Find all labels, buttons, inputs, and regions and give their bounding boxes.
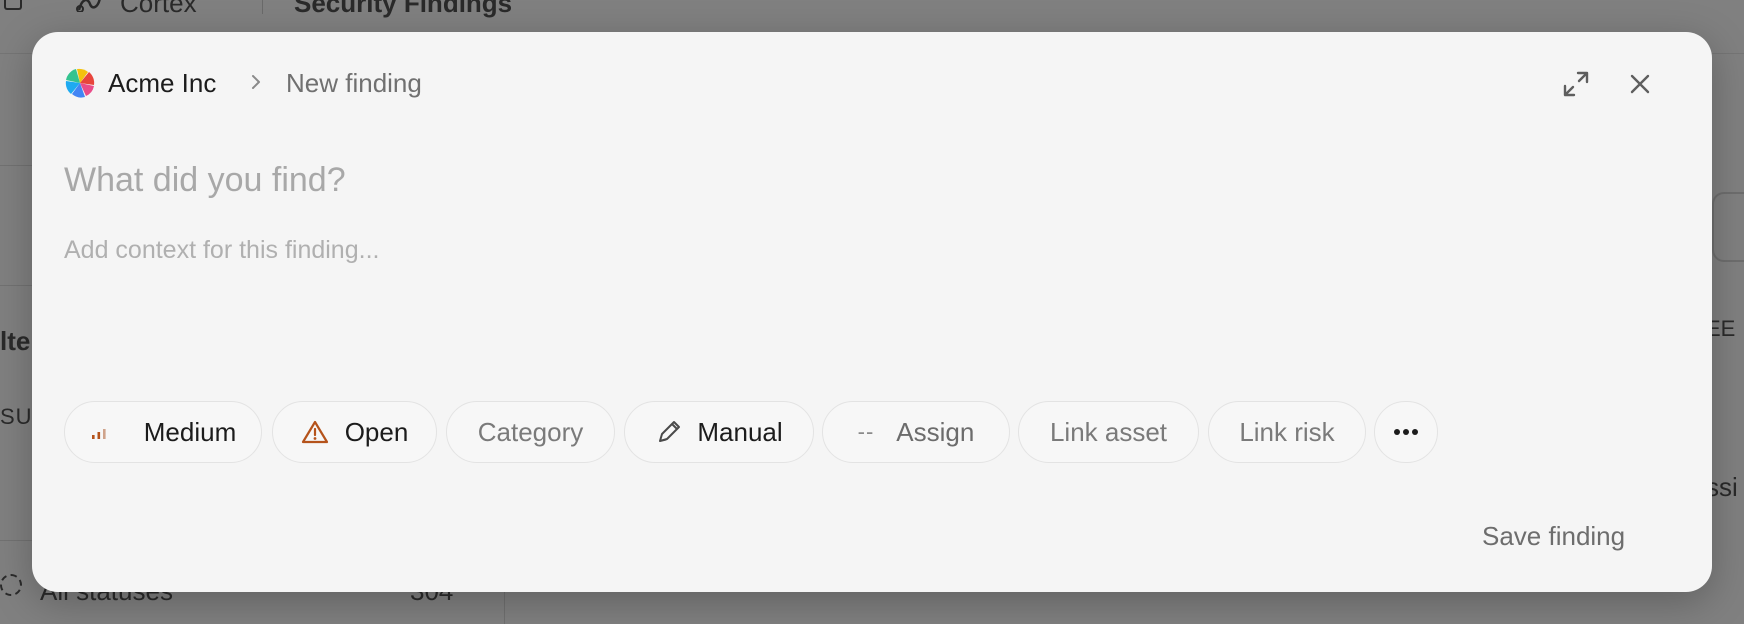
category-chip[interactable]: Category <box>446 401 615 463</box>
org-logo-icon <box>65 68 95 98</box>
signal-bars-icon <box>90 423 108 441</box>
status-chip[interactable]: Open <box>272 401 437 463</box>
chevron-right-icon <box>252 75 260 89</box>
breadcrumb-current-page: New finding <box>286 68 422 98</box>
status-label: Open <box>344 416 409 447</box>
all-statuses-icon <box>0 574 22 596</box>
more-options-button[interactable] <box>1374 401 1438 463</box>
background-button-fragment <box>1712 192 1744 262</box>
save-finding-button[interactable]: Save finding <box>1482 516 1625 556</box>
assign-chip[interactable]: -- Assign <box>822 401 1010 463</box>
new-finding-modal: Acme Inc New finding Medium <box>32 32 1712 592</box>
breadcrumb-org[interactable]: Acme Inc <box>108 68 216 99</box>
category-label: Category <box>477 416 584 447</box>
assign-label: Assign <box>896 416 975 447</box>
topbar-divider <box>262 0 263 14</box>
severity-chip[interactable]: Medium <box>64 401 262 463</box>
page-title: Security Findings <box>294 0 513 18</box>
source-label: Manual <box>697 416 783 447</box>
assignee-placeholder-dash: -- <box>857 419 875 444</box>
finding-title-input[interactable] <box>64 154 1664 206</box>
warning-triangle-icon <box>301 419 329 445</box>
more-horizontal-icon <box>1394 429 1418 435</box>
link-risk-label: Link risk <box>1239 416 1335 447</box>
link-asset-chip[interactable]: Link asset <box>1018 401 1199 463</box>
link-asset-label: Link asset <box>1049 416 1168 447</box>
expand-button[interactable] <box>1554 62 1598 106</box>
pencil-icon <box>655 418 683 446</box>
severity-label: Medium <box>143 416 237 447</box>
app-name: Cortex <box>120 0 197 18</box>
sidebar-toggle-icon <box>4 0 22 10</box>
close-icon <box>1630 74 1650 94</box>
background-label-fragment: SU <box>0 404 33 429</box>
link-risk-chip[interactable]: Link risk <box>1208 401 1366 463</box>
background-heading-fragment: lte <box>0 326 31 356</box>
close-button[interactable] <box>1618 62 1662 106</box>
source-chip[interactable]: Manual <box>624 401 814 463</box>
finding-description-input[interactable] <box>64 236 1664 396</box>
cortex-logo-icon <box>76 0 101 12</box>
expand-icon <box>1563 71 1589 97</box>
